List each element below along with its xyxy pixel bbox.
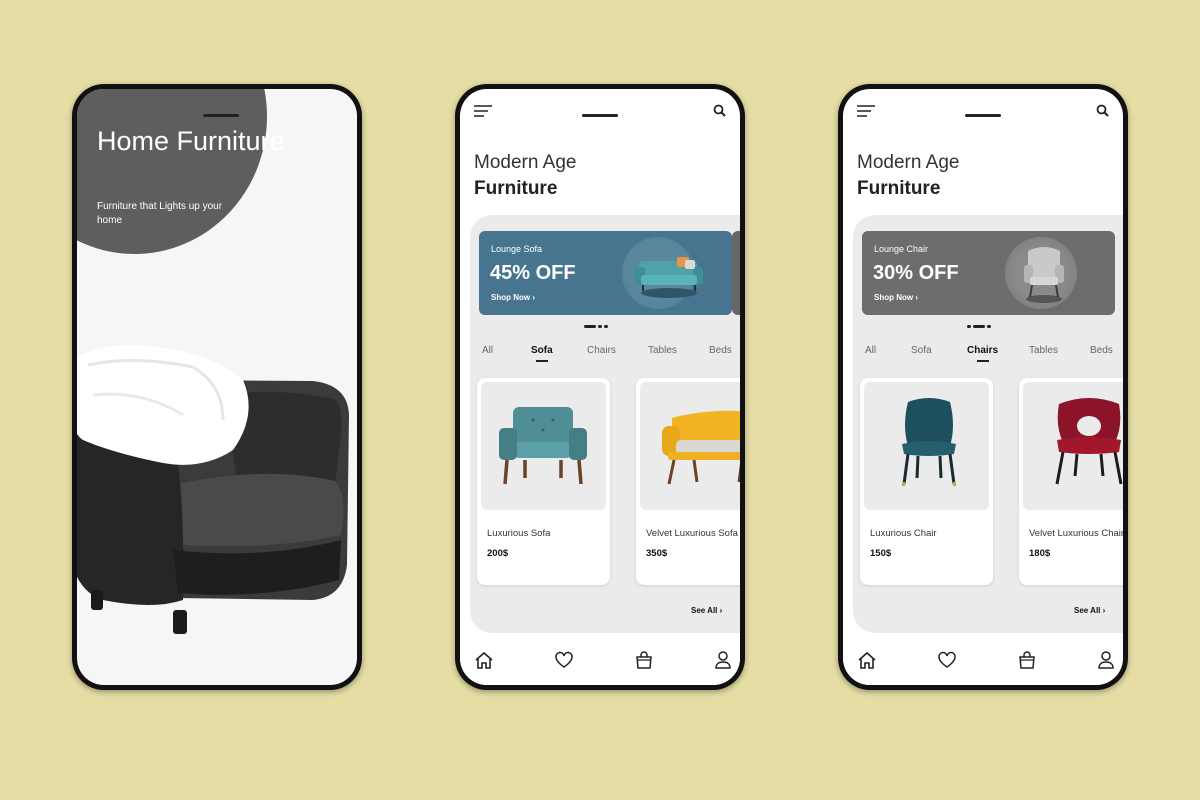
menu-icon[interactable] [857,105,875,117]
sofa-banner-image [635,257,703,298]
product-card[interactable]: Luxurious Chair 150$ [860,378,993,585]
tab-sofa[interactable]: Sofa [531,345,553,362]
product-card[interactable]: Luxurious Sofa 200$ [477,378,610,585]
heart-icon[interactable] [937,651,957,669]
splash-subtitle: Furniture that Lights up your home [97,201,223,226]
see-all-link[interactable]: See All › [1074,606,1105,615]
banner-label: Lounge Chair [874,244,929,254]
shop-now-link[interactable]: Shop Now › [874,293,918,302]
banner-offer: 30% OFF [873,262,959,284]
tab-tables[interactable]: Tables [1029,345,1058,356]
product-card[interactable]: Velvet Luxurious Sofa 350$ [636,378,740,585]
content-panel: Lounge Sofa 45% OFF Shop Now › All Sofa … [470,215,740,633]
promo-banner[interactable]: Lounge Chair 30% OFF Shop Now › [862,231,1115,315]
heading-furniture: Furniture [857,178,941,199]
heading-furniture: Furniture [474,178,558,199]
heading-modern-age: Modern Age [857,152,960,173]
bag-icon[interactable] [1017,651,1037,669]
search-icon[interactable] [1096,104,1109,117]
carousel-dots [967,325,993,328]
home-icon[interactable] [474,651,494,669]
yellow-sofa-image [662,410,740,485]
phone-sofa: Modern Age Furniture Lounge Sofa 45% OFF… [455,84,745,690]
tab-all[interactable]: All [865,345,876,356]
phone-splash: Home Furniture Furniture that Lights up … [72,84,362,690]
search-icon[interactable] [713,104,726,117]
product-name: Velvet Luxurious Chair [1029,528,1123,539]
phone-chairs: Modern Age Furniture Lounge Chair 30% OF… [838,84,1128,690]
bottom-nav [843,639,1123,685]
red-chair-image [1055,398,1123,485]
user-icon[interactable] [714,651,732,669]
user-icon[interactable] [1097,651,1115,669]
carousel-dots [584,325,610,328]
sofa-chair-image [499,407,587,485]
notch [965,114,1001,117]
tab-sofa[interactable]: Sofa [911,345,932,356]
product-price: 150$ [870,548,892,559]
armchair-image [77,345,349,634]
tab-tables[interactable]: Tables [648,345,677,356]
heading-modern-age: Modern Age [474,152,577,173]
shop-now-link[interactable]: Shop Now › [491,293,535,302]
banner-offer: 45% OFF [490,262,576,284]
product-card[interactable]: Velvet Luxurious Chair 180$ [1019,378,1123,585]
home-icon[interactable] [857,651,877,669]
bottom-nav [460,639,740,685]
shop-screen-sofa: Modern Age Furniture Lounge Sofa 45% OFF… [460,89,740,685]
bag-icon[interactable] [634,651,654,669]
teal-chair-image [901,398,957,487]
category-tabs: All Sofa Chairs Tables Beds [853,345,1123,365]
notch [582,114,618,117]
product-name: Luxurious Sofa [487,528,551,539]
tab-beds[interactable]: Beds [1090,345,1113,356]
promo-banner[interactable]: Lounge Sofa 45% OFF Shop Now › [479,231,732,315]
notch [203,114,239,117]
content-panel: Lounge Chair 30% OFF Shop Now › All Sofa… [853,215,1123,633]
see-all-link[interactable]: See All › [691,606,722,615]
tab-beds[interactable]: Beds [709,345,732,356]
heart-icon[interactable] [554,651,574,669]
splash-screen: Home Furniture Furniture that Lights up … [77,89,357,685]
tab-chairs-label: Chairs [967,345,999,356]
tab-chairs[interactable]: Chairs [587,345,616,356]
tab-chairs[interactable]: Chairs [967,345,999,362]
tab-sofa-label: Sofa [531,345,553,356]
product-image-box [640,382,740,510]
shop-screen-chairs: Modern Age Furniture Lounge Chair 30% OF… [843,89,1123,685]
active-underline [976,360,989,362]
category-tabs: All Sofa Chairs Tables Beds [470,345,740,365]
next-banner-peek[interactable] [732,231,740,315]
lounge-chair-banner-image [1024,247,1064,303]
tab-all[interactable]: All [482,345,493,356]
product-name: Luxurious Chair [870,528,937,539]
active-underline [535,360,548,362]
product-image-box [481,382,606,510]
product-price: 350$ [646,548,668,559]
splash-title: Home Furniture [97,126,285,156]
product-name: Velvet Luxurious Sofa [646,528,738,539]
product-image-box [864,382,989,510]
banner-label: Lounge Sofa [491,244,543,254]
product-image-box [1023,382,1123,510]
menu-icon[interactable] [474,105,492,117]
product-price: 200$ [487,548,509,559]
product-price: 180$ [1029,548,1051,559]
